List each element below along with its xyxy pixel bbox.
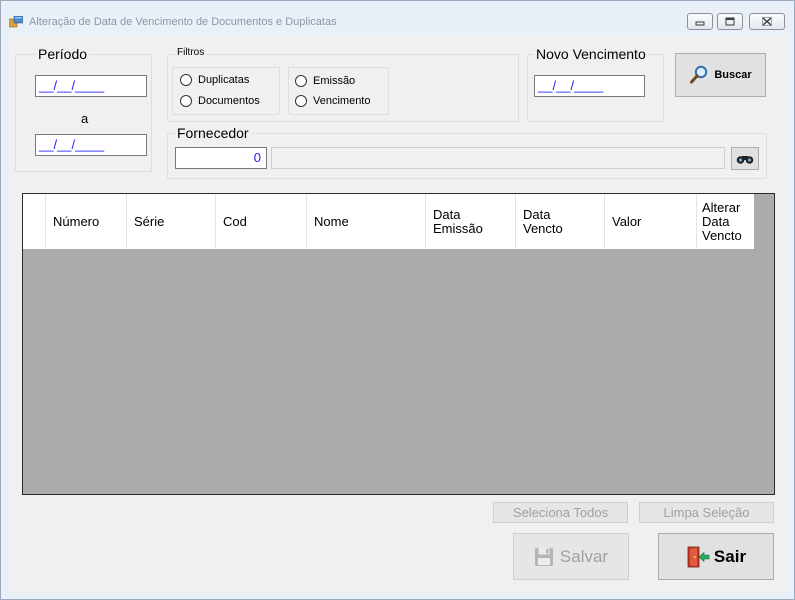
- seleciona-todos-button[interactable]: Seleciona Todos: [493, 502, 628, 523]
- sair-label: Sair: [713, 546, 747, 566]
- filtros-label: Filtros: [175, 47, 207, 58]
- column-header-numero[interactable]: Número: [46, 194, 127, 249]
- fornecedor-name-field: [271, 147, 725, 169]
- column-header-nome[interactable]: Nome: [307, 194, 426, 249]
- main-window: Alteração de Data de Vencimento de Docum…: [0, 0, 795, 600]
- documentos-label: Documentos: [198, 95, 260, 107]
- radio-indicator: [295, 95, 307, 107]
- radio-indicator: [180, 74, 192, 86]
- salvar-label: Salvar: [559, 546, 609, 566]
- close-button[interactable]: [749, 13, 785, 30]
- duplicatas-label: Duplicatas: [198, 74, 250, 86]
- radio-indicator: [180, 95, 192, 107]
- salvar-button[interactable]: Salvar: [513, 533, 629, 580]
- minimize-button[interactable]: [687, 13, 713, 30]
- vencimento-radio[interactable]: Vencimento: [295, 95, 370, 107]
- close-icon: [762, 17, 772, 26]
- column-header-data-vencto[interactable]: Data Vencto: [516, 194, 605, 249]
- grid-header: Número Série Cod Nome Data Emissão Data …: [23, 194, 754, 249]
- row-header-corner: [23, 194, 46, 249]
- binoculars-icon: [736, 155, 754, 164]
- window-title: Alteração de Data de Vencimento de Docum…: [29, 16, 337, 28]
- documentos-radio[interactable]: Documentos: [180, 95, 260, 107]
- floppy-disk-icon: [534, 547, 553, 566]
- buscar-label: Buscar: [714, 69, 752, 81]
- form-client-area: Período __/__/____ a __/__/____ Filtros …: [9, 37, 788, 593]
- fornecedor-lookup-button[interactable]: [731, 147, 759, 170]
- novo-vencimento-input[interactable]: __/__/____: [534, 75, 645, 97]
- periodo-start-input[interactable]: __/__/____: [35, 75, 147, 97]
- column-header-serie[interactable]: Série: [127, 194, 216, 249]
- search-icon: [690, 65, 708, 84]
- novo-vencimento-label: Novo Vencimento: [534, 46, 648, 62]
- minimize-icon: [695, 21, 705, 25]
- column-header-data-emissao[interactable]: Data Emissão: [426, 194, 516, 249]
- documents-grid[interactable]: Número Série Cod Nome Data Emissão Data …: [22, 193, 775, 495]
- app-icon: [9, 16, 23, 28]
- buscar-button[interactable]: Buscar: [675, 53, 766, 97]
- fornecedor-label: Fornecedor: [175, 125, 251, 141]
- fornecedor-code-input[interactable]: 0: [175, 147, 267, 169]
- periodo-label: Período: [36, 46, 90, 62]
- maximize-icon: [725, 17, 735, 26]
- column-header-valor[interactable]: Valor: [605, 194, 697, 249]
- limpa-selecao-button[interactable]: Limpa Seleção: [639, 502, 774, 523]
- column-header-cod[interactable]: Cod: [216, 194, 307, 249]
- emissao-label: Emissão: [313, 75, 356, 87]
- emissao-radio[interactable]: Emissão: [295, 75, 355, 87]
- sair-button[interactable]: Sair: [658, 533, 774, 580]
- title-bar: Alteração de Data de Vencimento de Docum…: [1, 1, 794, 37]
- periodo-end-input[interactable]: __/__/____: [35, 134, 147, 156]
- periodo-separator: a: [81, 111, 89, 126]
- vencimento-label: Vencimento: [313, 95, 371, 107]
- exit-door-icon: [687, 546, 710, 567]
- maximize-button[interactable]: [717, 13, 743, 30]
- duplicatas-radio[interactable]: Duplicatas: [180, 74, 249, 86]
- column-header-alterar-data-vencto[interactable]: Alterar Data Vencto: [697, 194, 754, 249]
- radio-indicator: [295, 75, 307, 87]
